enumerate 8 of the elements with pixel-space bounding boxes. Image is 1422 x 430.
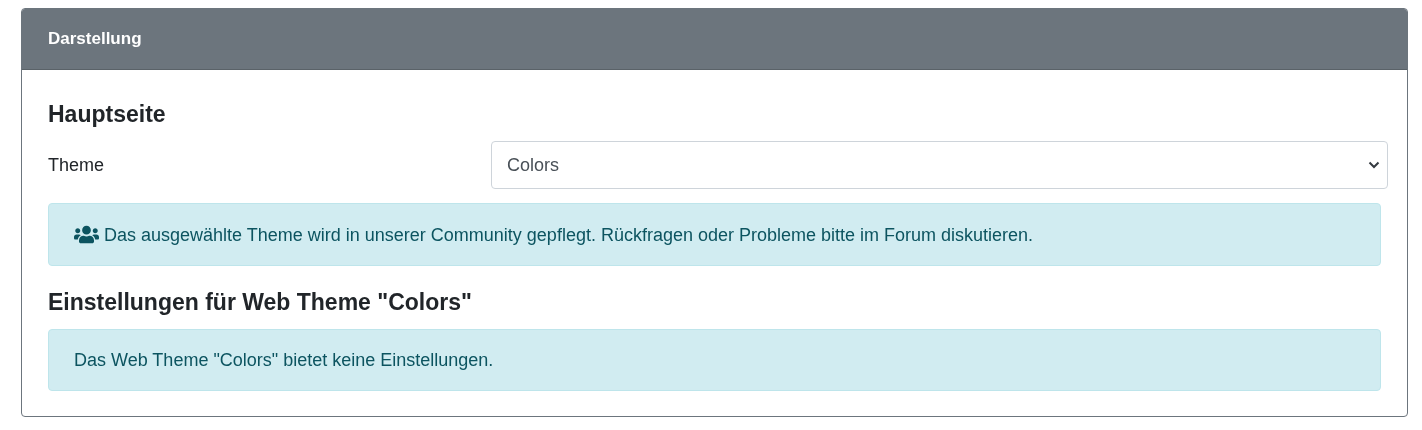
chevron-down-icon bbox=[1368, 161, 1380, 169]
alert-text: Das Web Theme "Colors" bietet keine Einstellungen. bbox=[74, 349, 494, 372]
field-label: Theme bbox=[48, 154, 106, 176]
card-header: Darstellung bbox=[22, 9, 1407, 70]
section-heading: Hauptseite bbox=[48, 100, 167, 128]
section-heading: Einstellungen für Web Theme "Colors" bbox=[48, 288, 473, 316]
theme-select[interactable]: Colors bbox=[491, 141, 1388, 189]
alert-text: Das ausgewählte Theme wird in unserer Community gepflegt. Rückfragen oder Probleme bitte im Forum diskutieren. bbox=[104, 223, 1034, 247]
